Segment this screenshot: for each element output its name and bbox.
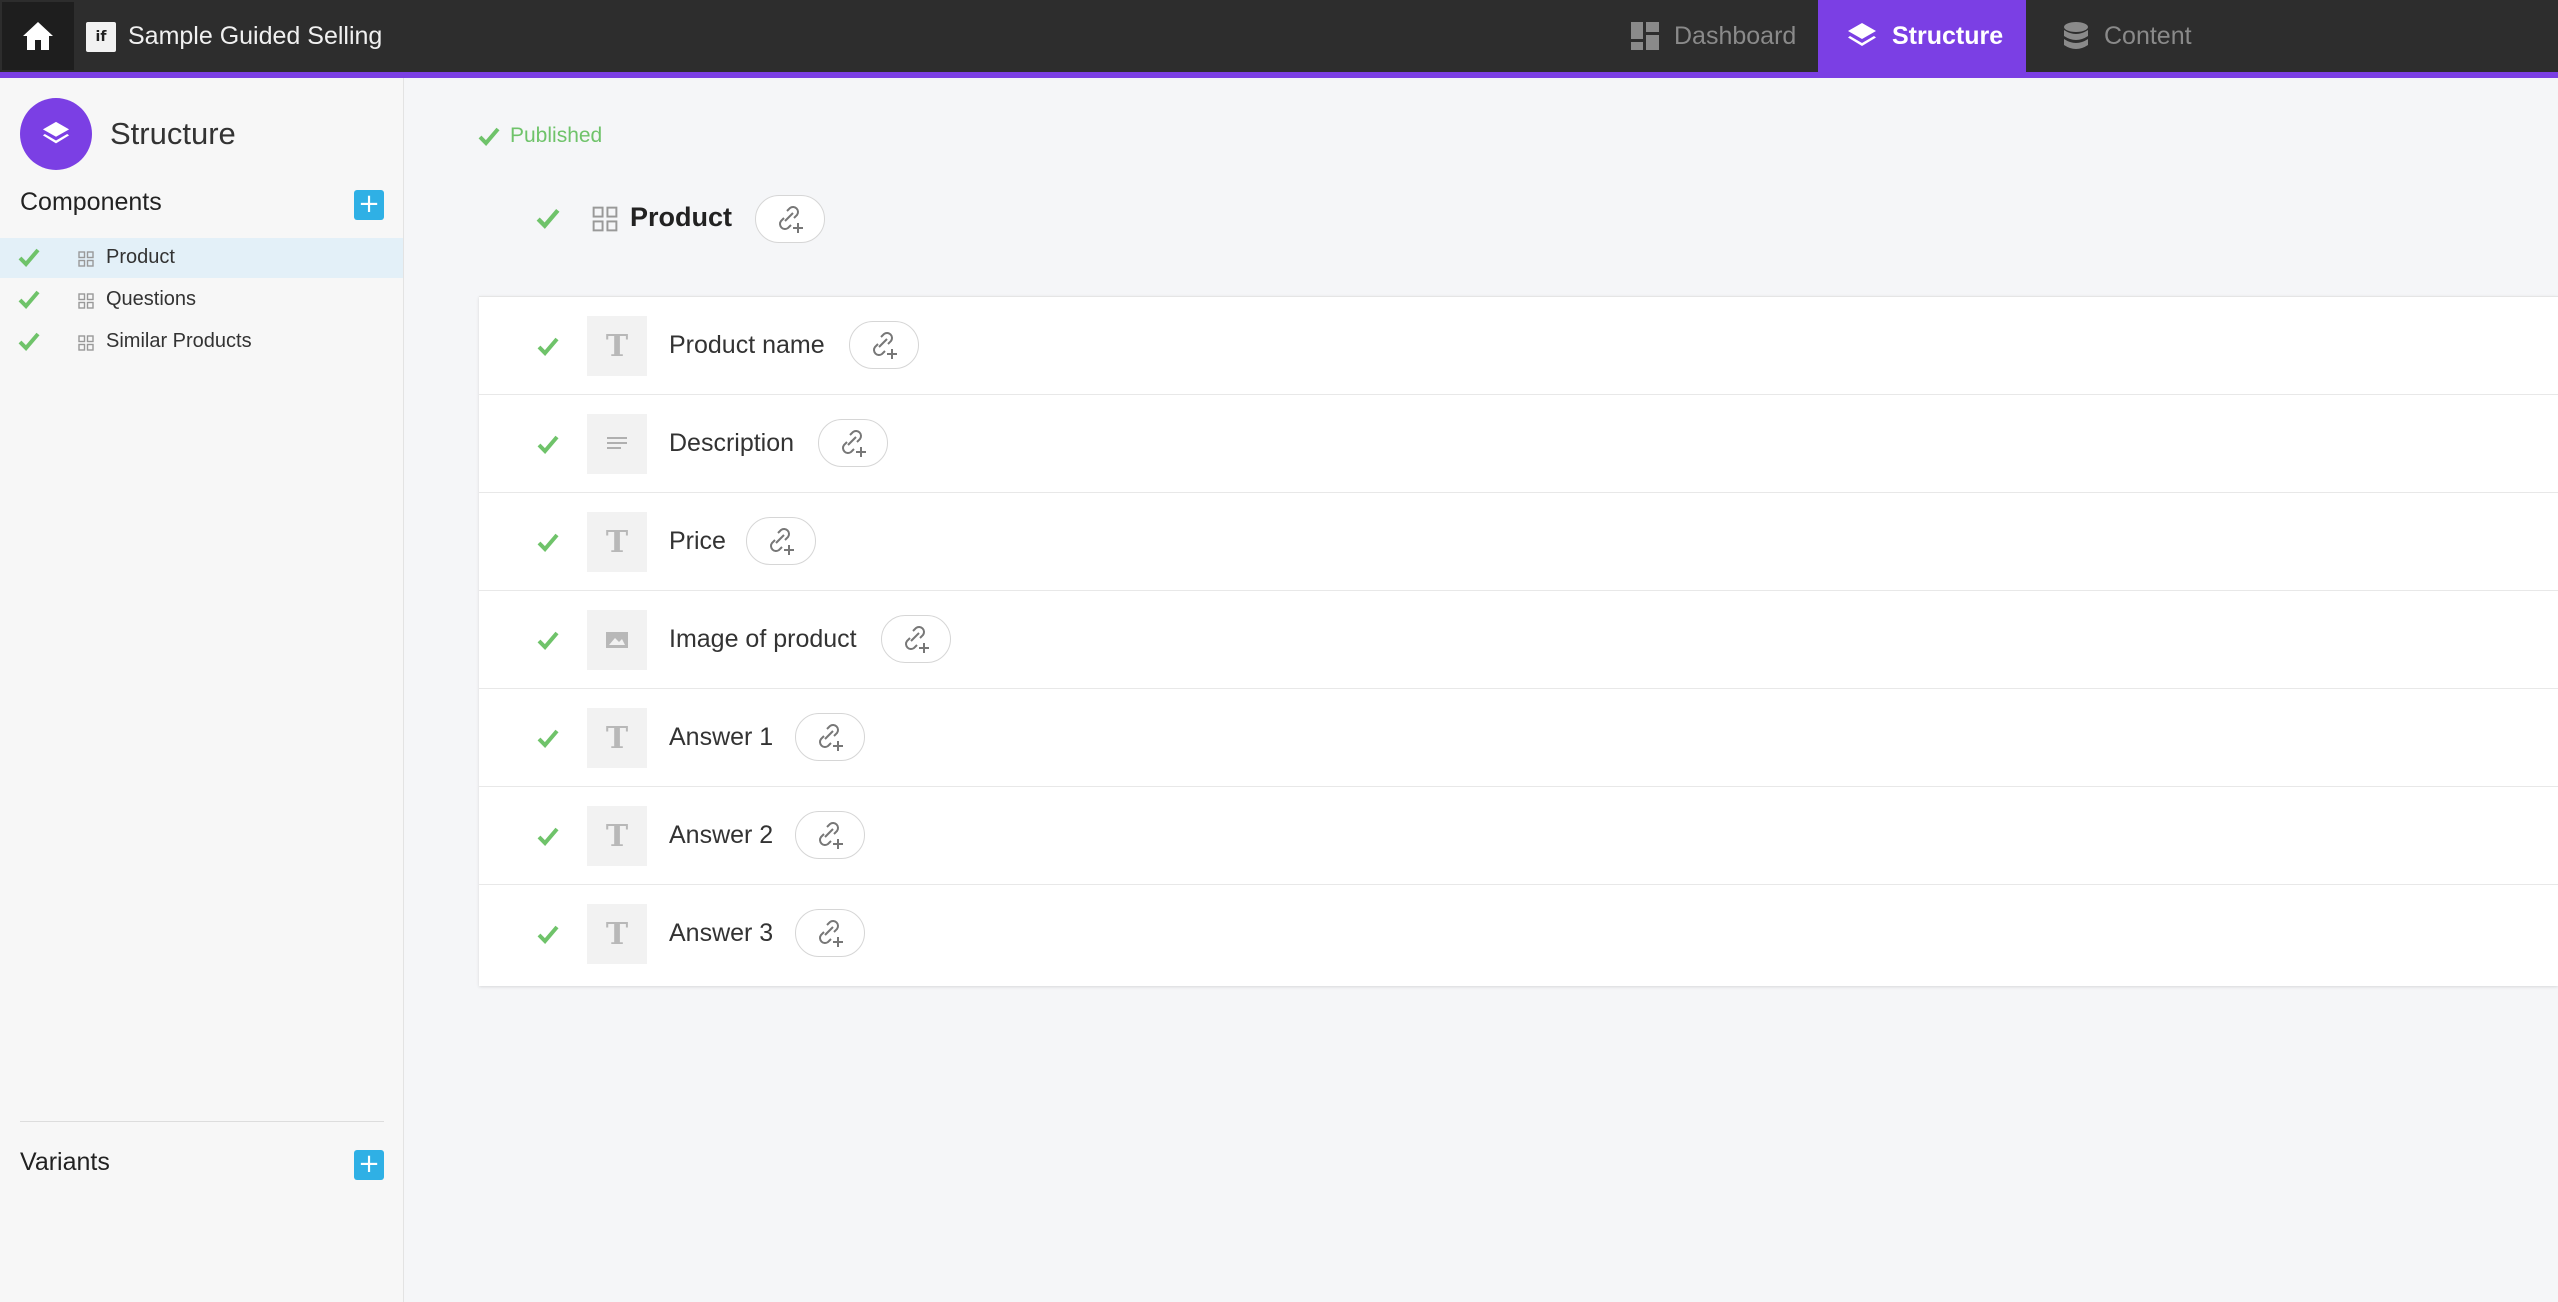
components-heading: Components — [20, 188, 162, 216]
sidebar-item-label: Questions — [106, 288, 197, 310]
grid-icon — [78, 335, 94, 351]
link-plus-icon — [905, 626, 929, 653]
tab-dashboard[interactable]: Dashboard — [1610, 0, 1830, 72]
link-plus-icon — [770, 528, 794, 555]
link-plus-icon — [819, 822, 843, 849]
app-logo: if — [86, 22, 116, 52]
divider — [20, 1121, 384, 1122]
add-link-button[interactable] — [755, 195, 825, 243]
text-icon: T — [587, 806, 647, 866]
field-row-answer-3[interactable]: T Answer 3 — [479, 885, 2558, 983]
tab-structure-label: Structure — [1892, 21, 2004, 50]
check-icon — [18, 248, 40, 267]
grid-icon — [78, 251, 94, 267]
add-link-button[interactable] — [795, 909, 865, 957]
field-label: Description — [669, 429, 795, 457]
layers-icon — [1848, 23, 1876, 46]
check-icon — [18, 290, 40, 309]
check-icon — [537, 337, 559, 356]
field-row-product-name[interactable]: T Product name — [479, 297, 2558, 395]
link-plus-icon — [819, 724, 843, 751]
text-icon: T — [587, 904, 647, 964]
tab-dashboard-label: Dashboard — [1674, 21, 1797, 50]
text-icon: T — [587, 316, 647, 376]
add-component-button[interactable]: + — [354, 190, 384, 220]
link-plus-icon — [842, 430, 866, 457]
structure-badge — [20, 98, 92, 170]
text-icon: T — [587, 512, 647, 572]
field-row-price[interactable]: T Price — [479, 493, 2558, 591]
add-link-button[interactable] — [881, 615, 951, 663]
home-icon — [23, 22, 53, 50]
dashboard-icon — [1631, 22, 1659, 50]
sidebar-item-label: Similar Products — [106, 330, 252, 352]
sidebar-item-similar-products[interactable]: Similar Products — [0, 322, 403, 362]
field-label: Answer 2 — [669, 821, 774, 849]
home-button[interactable] — [2, 2, 74, 70]
sidebar: Structure Components + Product Questions… — [0, 78, 404, 1302]
layers-icon — [42, 121, 70, 144]
field-row-image-of-product[interactable]: Image of product — [479, 591, 2558, 689]
tab-structure[interactable]: Structure — [1818, 0, 2026, 72]
grid-icon — [592, 206, 618, 232]
check-icon — [537, 729, 559, 748]
sidebar-item-label: Product — [106, 246, 175, 268]
paragraph-icon — [587, 414, 647, 474]
add-link-button[interactable] — [818, 419, 888, 467]
status-text: Published — [510, 124, 603, 147]
field-label: Answer 3 — [669, 919, 774, 947]
field-row-description[interactable]: Description — [479, 395, 2558, 493]
database-icon — [2064, 22, 2088, 49]
check-icon — [536, 208, 560, 229]
check-icon — [537, 827, 559, 846]
top-navigation-bar: if Sample Guided Selling Dashboard Struc… — [0, 0, 2558, 72]
field-label: Product name — [669, 331, 825, 359]
sidebar-item-questions[interactable]: Questions — [0, 280, 403, 320]
add-link-button[interactable] — [795, 713, 865, 761]
fields-card: T Product name Description T Price Image… — [479, 296, 2558, 986]
field-label: Price — [669, 527, 726, 555]
add-link-button[interactable] — [746, 517, 816, 565]
variants-heading: Variants — [20, 1148, 110, 1176]
text-icon: T — [587, 708, 647, 768]
link-plus-icon — [873, 332, 897, 359]
add-link-button[interactable] — [849, 321, 919, 369]
sidebar-title: Structure — [110, 116, 236, 151]
link-plus-icon — [819, 920, 843, 947]
grid-icon — [78, 293, 94, 309]
image-icon — [587, 610, 647, 670]
page-title: Product — [630, 202, 733, 232]
check-icon — [537, 435, 559, 454]
check-icon — [537, 533, 559, 552]
add-link-button[interactable] — [795, 811, 865, 859]
check-icon — [18, 332, 40, 351]
field-row-answer-2[interactable]: T Answer 2 — [479, 787, 2558, 885]
check-icon — [537, 925, 559, 944]
sidebar-item-product[interactable]: Product — [0, 238, 403, 278]
check-icon — [537, 631, 559, 650]
app-title[interactable]: Sample Guided Selling — [128, 20, 382, 52]
tab-content-label: Content — [2104, 21, 2192, 50]
field-row-answer-1[interactable]: T Answer 1 — [479, 689, 2558, 787]
field-label: Image of product — [669, 625, 857, 653]
check-icon — [478, 127, 500, 146]
tab-content[interactable]: Content — [2050, 0, 2262, 72]
status-badge: Published — [478, 124, 602, 148]
add-variant-button[interactable]: + — [354, 1150, 384, 1180]
field-label: Answer 1 — [669, 723, 774, 751]
link-plus-icon — [779, 206, 803, 233]
